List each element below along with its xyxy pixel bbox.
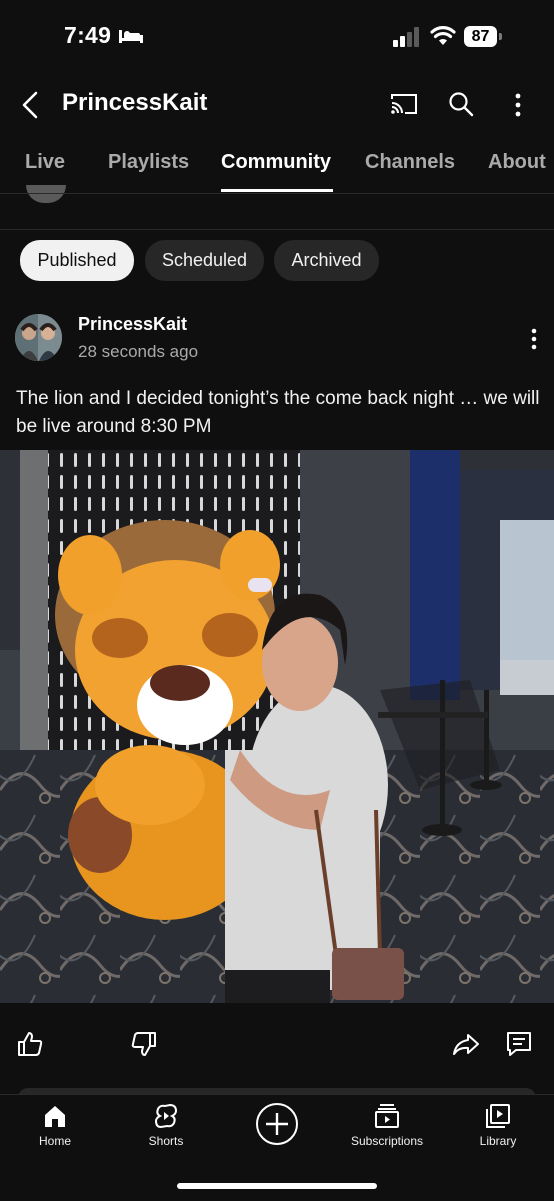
nav-subscriptions[interactable]: Subscriptions xyxy=(337,1102,437,1162)
cast-icon[interactable] xyxy=(389,92,419,116)
active-tab-indicator xyxy=(221,189,333,192)
nav-home[interactable]: Home xyxy=(5,1102,105,1162)
comment-icon[interactable] xyxy=(505,1030,533,1058)
post-timestamp: 28 seconds ago xyxy=(78,342,199,361)
tab-community[interactable]: Community xyxy=(221,151,331,174)
search-icon[interactable] xyxy=(448,91,474,117)
nav-shorts-label: Shorts xyxy=(148,1134,184,1148)
shorts-icon xyxy=(154,1103,178,1129)
nav-library-label: Library xyxy=(479,1134,517,1148)
cellular-signal-icon xyxy=(393,27,419,47)
post-author-avatar[interactable] xyxy=(15,314,62,361)
post-more-icon[interactable] xyxy=(524,327,544,351)
nav-shorts[interactable]: Shorts xyxy=(116,1102,216,1162)
back-arrow-icon[interactable] xyxy=(20,90,40,120)
nav-subscriptions-label: Subscriptions xyxy=(350,1134,424,1148)
scrolled-avatar-fragment xyxy=(26,185,66,203)
tab-channels[interactable]: Channels xyxy=(365,151,455,174)
tab-playlists[interactable]: Playlists xyxy=(108,151,189,174)
chip-scheduled[interactable]: Scheduled xyxy=(145,240,264,281)
battery-icon: 87 xyxy=(464,26,502,47)
nav-create[interactable] xyxy=(227,1102,327,1162)
tab-about[interactable]: About xyxy=(488,151,546,174)
thumbs-down-icon[interactable] xyxy=(130,1030,158,1058)
post-author-name[interactable]: PrincessKait xyxy=(78,314,187,335)
library-icon xyxy=(486,1104,510,1128)
sleep-focus-icon xyxy=(119,30,143,43)
create-plus-icon xyxy=(256,1103,298,1145)
battery-level: 87 xyxy=(464,26,497,47)
tab-divider xyxy=(0,193,554,194)
nav-home-label: Home xyxy=(38,1134,71,1148)
chip-archived[interactable]: Archived xyxy=(274,240,379,281)
tab-live[interactable]: Live xyxy=(25,151,65,174)
more-options-icon[interactable] xyxy=(508,92,528,118)
thumbs-up-icon[interactable] xyxy=(16,1030,44,1058)
post-text: The lion and I decided tonight’s the com… xyxy=(16,388,540,437)
wifi-icon xyxy=(430,26,456,45)
subscriptions-icon xyxy=(375,1104,399,1128)
post-image[interactable] xyxy=(0,450,554,1003)
status-time: 7:49 xyxy=(64,22,112,48)
share-icon[interactable] xyxy=(452,1030,480,1058)
chip-published[interactable]: Published xyxy=(20,240,134,281)
channel-title: PrincessKait xyxy=(62,89,208,116)
home-icon xyxy=(45,1106,65,1127)
section-divider xyxy=(0,229,554,230)
home-indicator xyxy=(177,1183,377,1189)
nav-library[interactable]: Library xyxy=(448,1102,548,1162)
